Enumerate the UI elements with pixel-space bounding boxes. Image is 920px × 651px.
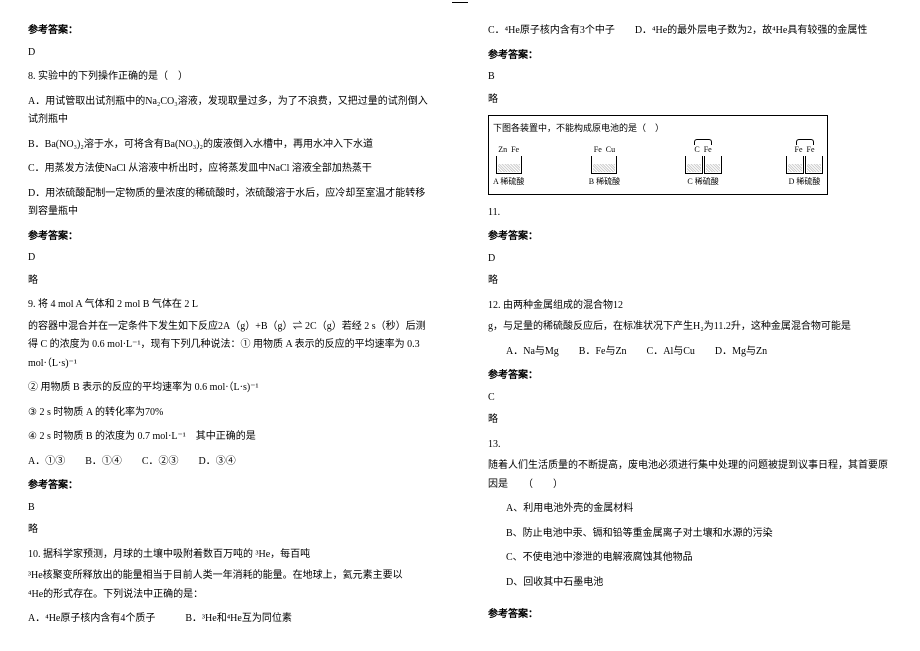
q8-option-a: A．用试管取出试剂瓶中的Na₂CO₃溶液，发现取量过多，为了不浪费，又把过量的试… xyxy=(28,93,432,130)
cell-a: ZnFe A 稀硫酸 xyxy=(493,143,524,190)
q13-option-a: A、利用电池外壳的金属材料 xyxy=(488,500,892,519)
q8-option-b: B．Ba(NO₃)₂溶于水，可将含有Ba(NO₃)₂的废液倒入水槽中，再用水冲入… xyxy=(28,136,432,155)
cell-c: CFe C 稀硫酸 xyxy=(685,143,722,190)
answer-header: 参考答案： xyxy=(488,228,892,247)
q10-line1: ³He核聚变所释放出的能量相当于目前人类一年消耗的能量。在地球上，氦元素主要以 xyxy=(28,567,432,586)
answer-7: D xyxy=(28,44,432,63)
q9-item-3: ③ 2 s 时物质 A 的转化率为70% xyxy=(28,404,432,423)
answer-8-note: 略 xyxy=(28,272,432,291)
answer-9: B xyxy=(28,499,432,518)
q10-options-ab: A．⁴He原子核内含有4个质子 B．³He和⁴He互为同位素 xyxy=(28,610,432,629)
answer-11-note: 略 xyxy=(488,272,892,291)
q8-option-d: D．用浓硫酸配制一定物质的量浓度的稀硫酸时，浓硫酸溶于水后，应冷却至室温才能转移… xyxy=(28,185,432,222)
q13-option-d: D、回收其中石墨电池 xyxy=(488,574,892,593)
answer-header: 参考答案： xyxy=(488,367,892,386)
cell-d: FeFe D 稀硫酸 xyxy=(786,143,823,190)
q9-options: A．①③ B．①④ C．②③ D．③④ xyxy=(28,453,432,472)
answer-10-note: 略 xyxy=(488,91,892,110)
q13-option-b: B、防止电池中汞、镉和铅等重金属离子对土壤和水源的污染 xyxy=(488,525,892,544)
diagram-caption: 下图各装置中，不能构成原电池的是（ ） xyxy=(493,120,823,137)
q12-stem: 12. 由两种金属组成的混合物12 xyxy=(488,297,892,316)
q9-item-2: ② 用物质 B 表示的反应的平均速率为 0.6 mol·（L·s)⁻¹ xyxy=(28,379,432,398)
q13-stem: 随着人们生活质量的不断提高，废电池必须进行集中处理的问题被提到议事日程，其首要原… xyxy=(488,457,892,494)
q9-stem: 9. 将 4 mol A 气体和 2 mol B 气体在 2 L xyxy=(28,296,432,315)
q10-stem: 10. 据科学家预测，月球的土壤中吸附着数百万吨的 ³He，每百吨 xyxy=(28,546,432,565)
answer-header: 参考答案： xyxy=(488,606,892,625)
q9-item-4: ④ 2 s 时物质 B 的浓度为 0.7 mol·L⁻¹ 其中正确的是 xyxy=(28,428,432,447)
q11-number: 11. xyxy=(488,204,892,223)
q12-continued: g，与足量的稀硫酸反应后，在标准状况下产生H₂为11.2升，这种金属混合物可能是 xyxy=(488,318,892,337)
q12-options: A．Na与Mg B．Fe与Zn C．Al与Cu D．Mg与Zn xyxy=(488,343,892,362)
answer-header: 参考答案： xyxy=(28,477,432,496)
left-column: 参考答案： D 8. 实验中的下列操作正确的是（ ） A．用试管取出试剂瓶中的N… xyxy=(0,0,460,651)
answer-12: C xyxy=(488,389,892,408)
answer-10: B xyxy=(488,68,892,87)
q13-option-c: C、不使电池中渗泄的电解液腐蚀其他物品 xyxy=(488,549,892,568)
q13-number: 13. xyxy=(488,436,892,455)
q10-options-cd: C．⁴He原子核内含有3个中子 D．⁴He的最外层电子数为2，故⁴He具有较强的… xyxy=(488,22,892,41)
q8-stem: 8. 实验中的下列操作正确的是（ ） xyxy=(28,68,432,87)
answer-9-note: 略 xyxy=(28,521,432,540)
answer-11: D xyxy=(488,250,892,269)
answer-8: D xyxy=(28,249,432,268)
cells-row: ZnFe A 稀硫酸 FeCu B 稀硫酸 CFe C 稀硫酸 FeFe D 稀… xyxy=(493,140,823,190)
answer-12-note: 略 xyxy=(488,411,892,430)
circuit-diagram-box: 下图各装置中，不能构成原电池的是（ ） ZnFe A 稀硫酸 FeCu B 稀硫… xyxy=(488,115,828,195)
answer-header: 参考答案： xyxy=(28,228,432,247)
answer-header: 参考答案： xyxy=(488,47,892,66)
answer-header: 参考答案： xyxy=(28,22,432,41)
q8-option-c: C．用蒸发方法使NaCl 从溶液中析出时，应将蒸发皿中NaCl 溶液全部加热蒸干 xyxy=(28,160,432,179)
right-column: C．⁴He原子核内含有3个中子 D．⁴He的最外层电子数为2，故⁴He具有较强的… xyxy=(460,0,920,651)
q9-continued: 的容器中混合并在一定条件下发生如下反应2A（g）+B（g）⇌ 2C（g）若经 2… xyxy=(28,318,432,374)
cell-b: FeCu B 稀硫酸 xyxy=(589,143,620,190)
q10-line2: ⁴He的形式存在。下列说法中正确的是： xyxy=(28,586,432,605)
